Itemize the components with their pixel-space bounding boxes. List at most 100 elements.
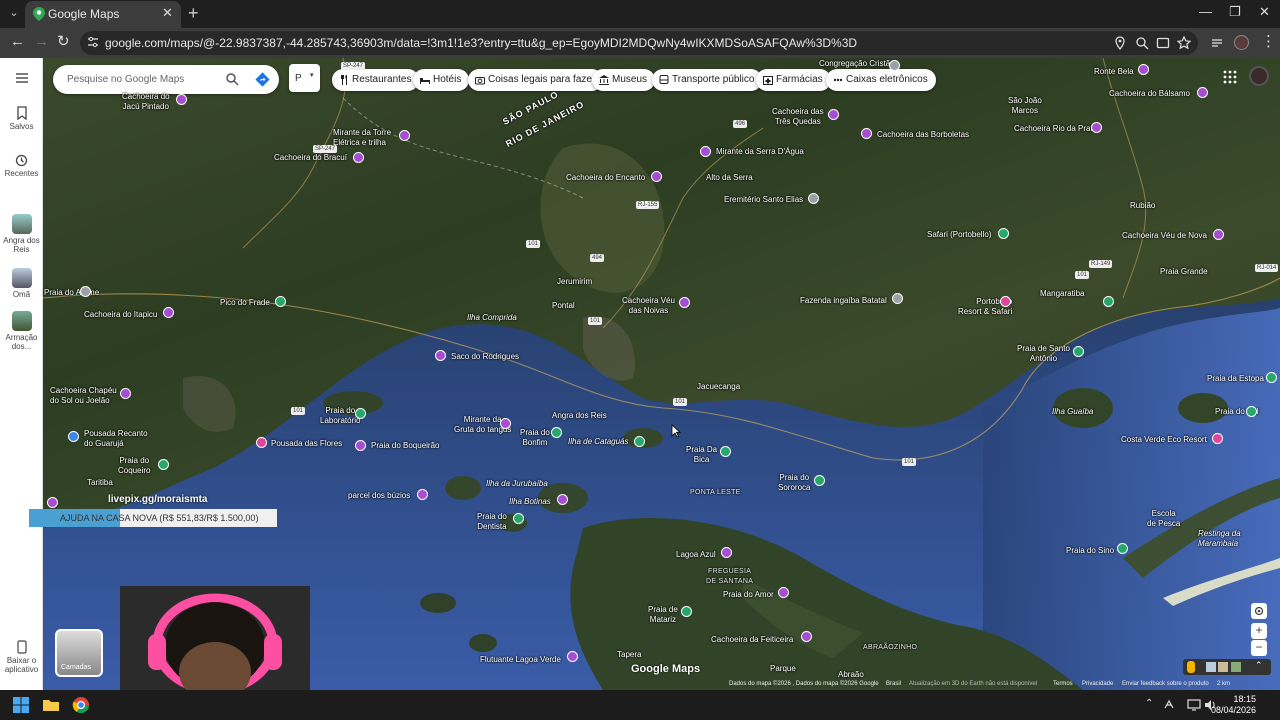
place-label[interactable]: Cachoeira do Bálsamo bbox=[1109, 89, 1190, 99]
place-pin[interactable] bbox=[1103, 296, 1114, 307]
place-label[interactable]: Mirante da Torre Elétrica e trilha bbox=[333, 128, 391, 148]
place-label[interactable]: Ilha Comprida bbox=[467, 313, 517, 323]
new-tab-button[interactable]: + bbox=[188, 3, 199, 24]
place-label[interactable]: Pontal bbox=[552, 301, 575, 311]
place-label[interactable]: Praia do Boqueirão bbox=[371, 441, 440, 451]
place-label[interactable]: Lagoa Azul bbox=[676, 550, 716, 560]
map-type-thumb[interactable] bbox=[1231, 662, 1241, 672]
place-label[interactable]: Safari (Portobello) bbox=[927, 230, 991, 240]
place-label[interactable]: Cachoeira Véu de Nova bbox=[1122, 231, 1207, 241]
place-label[interactable]: Ilha Guaíba bbox=[1052, 407, 1093, 417]
recent-place-oma[interactable]: Omã bbox=[0, 268, 43, 299]
place-pin[interactable] bbox=[778, 587, 789, 598]
file-explorer-icon[interactable] bbox=[42, 696, 60, 714]
place-pin[interactable] bbox=[808, 193, 819, 204]
place-label[interactable]: Cachoeira Rio da Prata bbox=[1014, 124, 1097, 134]
search-icon[interactable] bbox=[225, 72, 239, 86]
place-label[interactable]: São João Marcos bbox=[1008, 96, 1042, 116]
maximize-button[interactable]: ❐ bbox=[1229, 4, 1241, 20]
place-label[interactable]: Cachoeira das Borboletas bbox=[877, 130, 969, 140]
place-pin[interactable] bbox=[681, 606, 692, 617]
search-box[interactable]: Pesquise no Google Maps bbox=[53, 65, 279, 94]
layers-button[interactable]: Camadas bbox=[55, 629, 103, 677]
place-pin[interactable] bbox=[720, 446, 731, 457]
place-label[interactable]: Mangaratiba bbox=[1040, 289, 1084, 299]
chip-hotels[interactable]: Hotéis bbox=[413, 69, 470, 91]
chip-transit[interactable]: Transporte público bbox=[652, 69, 763, 91]
place-pin[interactable] bbox=[1246, 406, 1257, 417]
place-label[interactable]: Praia do Amor bbox=[723, 590, 774, 600]
place-pin[interactable] bbox=[399, 130, 410, 141]
reading-list-icon[interactable] bbox=[1210, 36, 1224, 50]
chip-things-to-do[interactable]: Coisas legais para fazer bbox=[468, 69, 604, 91]
place-pin[interactable] bbox=[1197, 87, 1208, 98]
place-pin[interactable] bbox=[651, 171, 662, 182]
place-label[interactable]: Praia do Dentista bbox=[477, 512, 507, 532]
my-location-button[interactable] bbox=[1251, 603, 1267, 619]
place-pin[interactable] bbox=[256, 437, 267, 448]
windows-start-icon[interactable] bbox=[12, 696, 30, 714]
place-label[interactable]: Costa Verde Eco Resort bbox=[1121, 435, 1207, 445]
place-pin[interactable] bbox=[634, 436, 645, 447]
place-label[interactable]: Fazenda ingaíba Batatal bbox=[800, 296, 887, 306]
place-label[interactable]: Cachoeira do Itapicu bbox=[84, 310, 157, 320]
parking-filter-button[interactable]: P ▾ bbox=[289, 64, 320, 92]
place-label[interactable]: parcel dos búzios bbox=[348, 491, 410, 501]
place-label[interactable]: Cachoeira do Bracuí bbox=[274, 153, 347, 163]
feedback-link[interactable]: Enviar feedback sobre o produto bbox=[1122, 681, 1209, 687]
tab-search-icon[interactable]: ⌄ bbox=[6, 5, 22, 21]
place-label[interactable]: Rubião bbox=[1130, 201, 1155, 211]
reload-button[interactable]: ↻ bbox=[57, 34, 70, 50]
google-apps-icon[interactable] bbox=[1223, 70, 1237, 84]
place-label[interactable]: Ronte Bela bbox=[1094, 67, 1134, 77]
place-label[interactable]: Restinga da Marambaia bbox=[1198, 529, 1241, 549]
install-app-icon[interactable] bbox=[1156, 36, 1170, 50]
place-pin[interactable] bbox=[892, 293, 903, 304]
place-pin[interactable] bbox=[275, 296, 286, 307]
address-bar[interactable]: google.com/maps/@-22.9837387,-44.285743,… bbox=[80, 31, 1198, 55]
tab-google-maps[interactable]: Google Maps ✕ bbox=[25, 1, 181, 28]
place-pin[interactable] bbox=[861, 128, 872, 139]
place-pin[interactable] bbox=[721, 547, 732, 558]
place-pin[interactable] bbox=[1266, 372, 1277, 383]
place-label[interactable]: Praia Da Bica bbox=[686, 445, 717, 465]
place-label[interactable]: Praia do Sororoca bbox=[778, 473, 810, 493]
place-pin[interactable] bbox=[679, 297, 690, 308]
zoom-out-button[interactable]: − bbox=[1251, 640, 1267, 656]
zoom-in-button[interactable]: + bbox=[1251, 623, 1267, 639]
place-label[interactable]: Pousada Recanto do Guarujá bbox=[84, 429, 148, 449]
place-label[interactable]: Ilha Botinas bbox=[509, 497, 551, 507]
place-label[interactable]: Praia de Matariz bbox=[648, 605, 678, 625]
place-label[interactable]: Cachoeira Chapéu do Sol ou Joelão bbox=[50, 386, 117, 406]
place-pin[interactable] bbox=[417, 489, 428, 500]
place-label[interactable]: Praia da Estopa bbox=[1207, 374, 1264, 384]
network-icon[interactable] bbox=[1187, 698, 1201, 712]
place-pin[interactable] bbox=[1000, 296, 1011, 307]
place-pin[interactable] bbox=[176, 94, 187, 105]
place-pin[interactable] bbox=[353, 152, 364, 163]
system-clock[interactable]: 18:15 08/04/2026 bbox=[1211, 694, 1256, 716]
country-link[interactable]: Brasil bbox=[886, 681, 901, 687]
profile-avatar[interactable] bbox=[1234, 35, 1249, 50]
place-label[interactable]: Escola de Pesca bbox=[1147, 509, 1180, 529]
place-label[interactable]: Ilha da Jurubaíba bbox=[486, 479, 548, 489]
place-label[interactable]: Congregação Cristã bbox=[819, 59, 890, 69]
close-window-button[interactable]: ✕ bbox=[1259, 4, 1270, 20]
pegman-icon[interactable] bbox=[1187, 661, 1195, 673]
place-label[interactable]: Taritiba bbox=[87, 478, 113, 488]
place-pin[interactable] bbox=[1212, 433, 1223, 444]
place-pin[interactable] bbox=[700, 146, 711, 157]
place-label[interactable]: Pousada das Flores bbox=[271, 439, 342, 449]
minimize-button[interactable]: — bbox=[1199, 4, 1212, 19]
place-label[interactable]: Mirante da Serra D'Água bbox=[716, 147, 804, 157]
place-label[interactable]: Angra dos Reis bbox=[552, 411, 607, 421]
place-label[interactable]: Jacuecanga bbox=[697, 382, 740, 392]
zoom-icon[interactable] bbox=[1135, 36, 1149, 50]
terms-link[interactable]: Termos bbox=[1053, 681, 1073, 687]
place-pin[interactable] bbox=[120, 388, 131, 399]
place-label[interactable]: Praia do Bonfim bbox=[520, 428, 550, 448]
privacy-link[interactable]: Privacidade bbox=[1082, 681, 1113, 687]
account-avatar[interactable] bbox=[1249, 66, 1269, 86]
bookmark-star-icon[interactable] bbox=[1177, 36, 1191, 50]
back-button[interactable]: ← bbox=[10, 34, 25, 50]
